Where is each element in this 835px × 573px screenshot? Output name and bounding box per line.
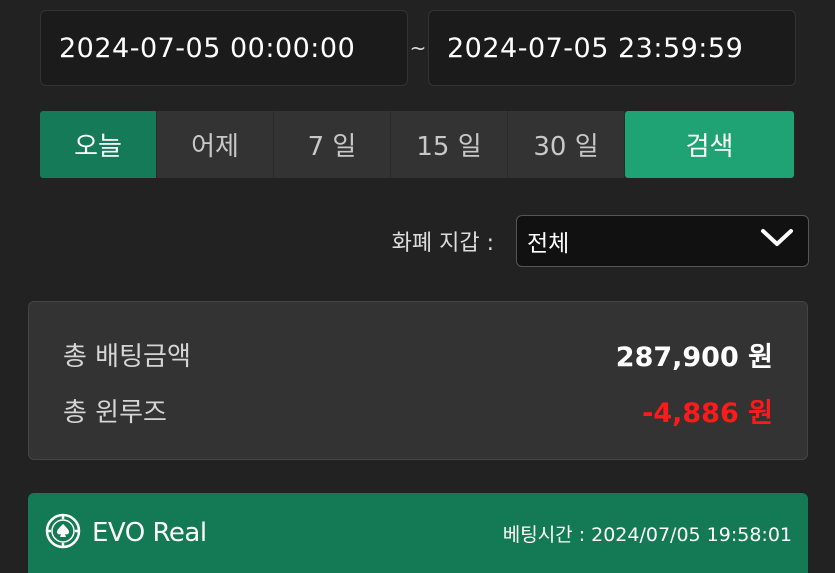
game-title: EVO Real xyxy=(92,518,207,548)
bet-time: 베팅시간 :2024/07/05 19:58:01 xyxy=(503,520,792,547)
total-bet-label: 총 배팅금액 xyxy=(63,341,191,372)
15-days-button[interactable]: 15 일 xyxy=(391,111,508,178)
end-date-value: 2024-07-05 23:59:59 xyxy=(447,32,744,64)
date-range: 2024-07-05 00:00:00 ~ 2024-07-05 23:59:5… xyxy=(40,10,796,86)
total-winloss-label: 총 윈루즈 xyxy=(63,397,167,428)
summary-card: 총 배팅금액 287,900 원 총 윈루즈 -4,886 원 xyxy=(28,301,808,460)
total-bet-row: 총 배팅금액 287,900 원 xyxy=(63,326,773,382)
end-date-field[interactable]: 2024-07-05 23:59:59 xyxy=(428,10,796,86)
start-date-value: 2024-07-05 00:00:00 xyxy=(59,32,356,64)
total-bet-value: 287,900 원 xyxy=(615,341,773,373)
yesterday-button[interactable]: 어제 xyxy=(157,111,274,178)
today-button[interactable]: 오늘 xyxy=(40,111,157,178)
currency-filter: 화폐 지갑 : 전체 xyxy=(360,215,809,267)
currency-selected-value: 전체 xyxy=(527,231,570,257)
date-separator: ~ xyxy=(409,36,427,60)
start-date-field[interactable]: 2024-07-05 00:00:00 xyxy=(40,10,408,86)
currency-label: 화폐 지갑 : xyxy=(391,231,494,256)
bet-time-label: 베팅시간 : xyxy=(502,523,586,546)
quick-range-buttons: 오늘 어제 7 일 15 일 30 일 검색 xyxy=(40,111,796,178)
bet-time-value: 2024/07/05 19:58:01 xyxy=(591,523,792,546)
game-name-group: EVO Real xyxy=(44,512,207,554)
bet-item-header[interactable]: EVO Real 베팅시간 :2024/07/05 19:58:01 xyxy=(28,493,808,573)
total-winloss-row: 총 윈루즈 -4,886 원 xyxy=(63,382,773,438)
search-button[interactable]: 검색 xyxy=(625,111,794,178)
7-days-button[interactable]: 7 일 xyxy=(274,111,391,178)
total-winloss-value: -4,886 원 xyxy=(642,397,773,429)
currency-select[interactable]: 전체 xyxy=(516,215,809,267)
30-days-button[interactable]: 30 일 xyxy=(508,111,625,178)
poker-chip-icon xyxy=(44,512,82,554)
chevron-down-icon xyxy=(760,228,794,254)
